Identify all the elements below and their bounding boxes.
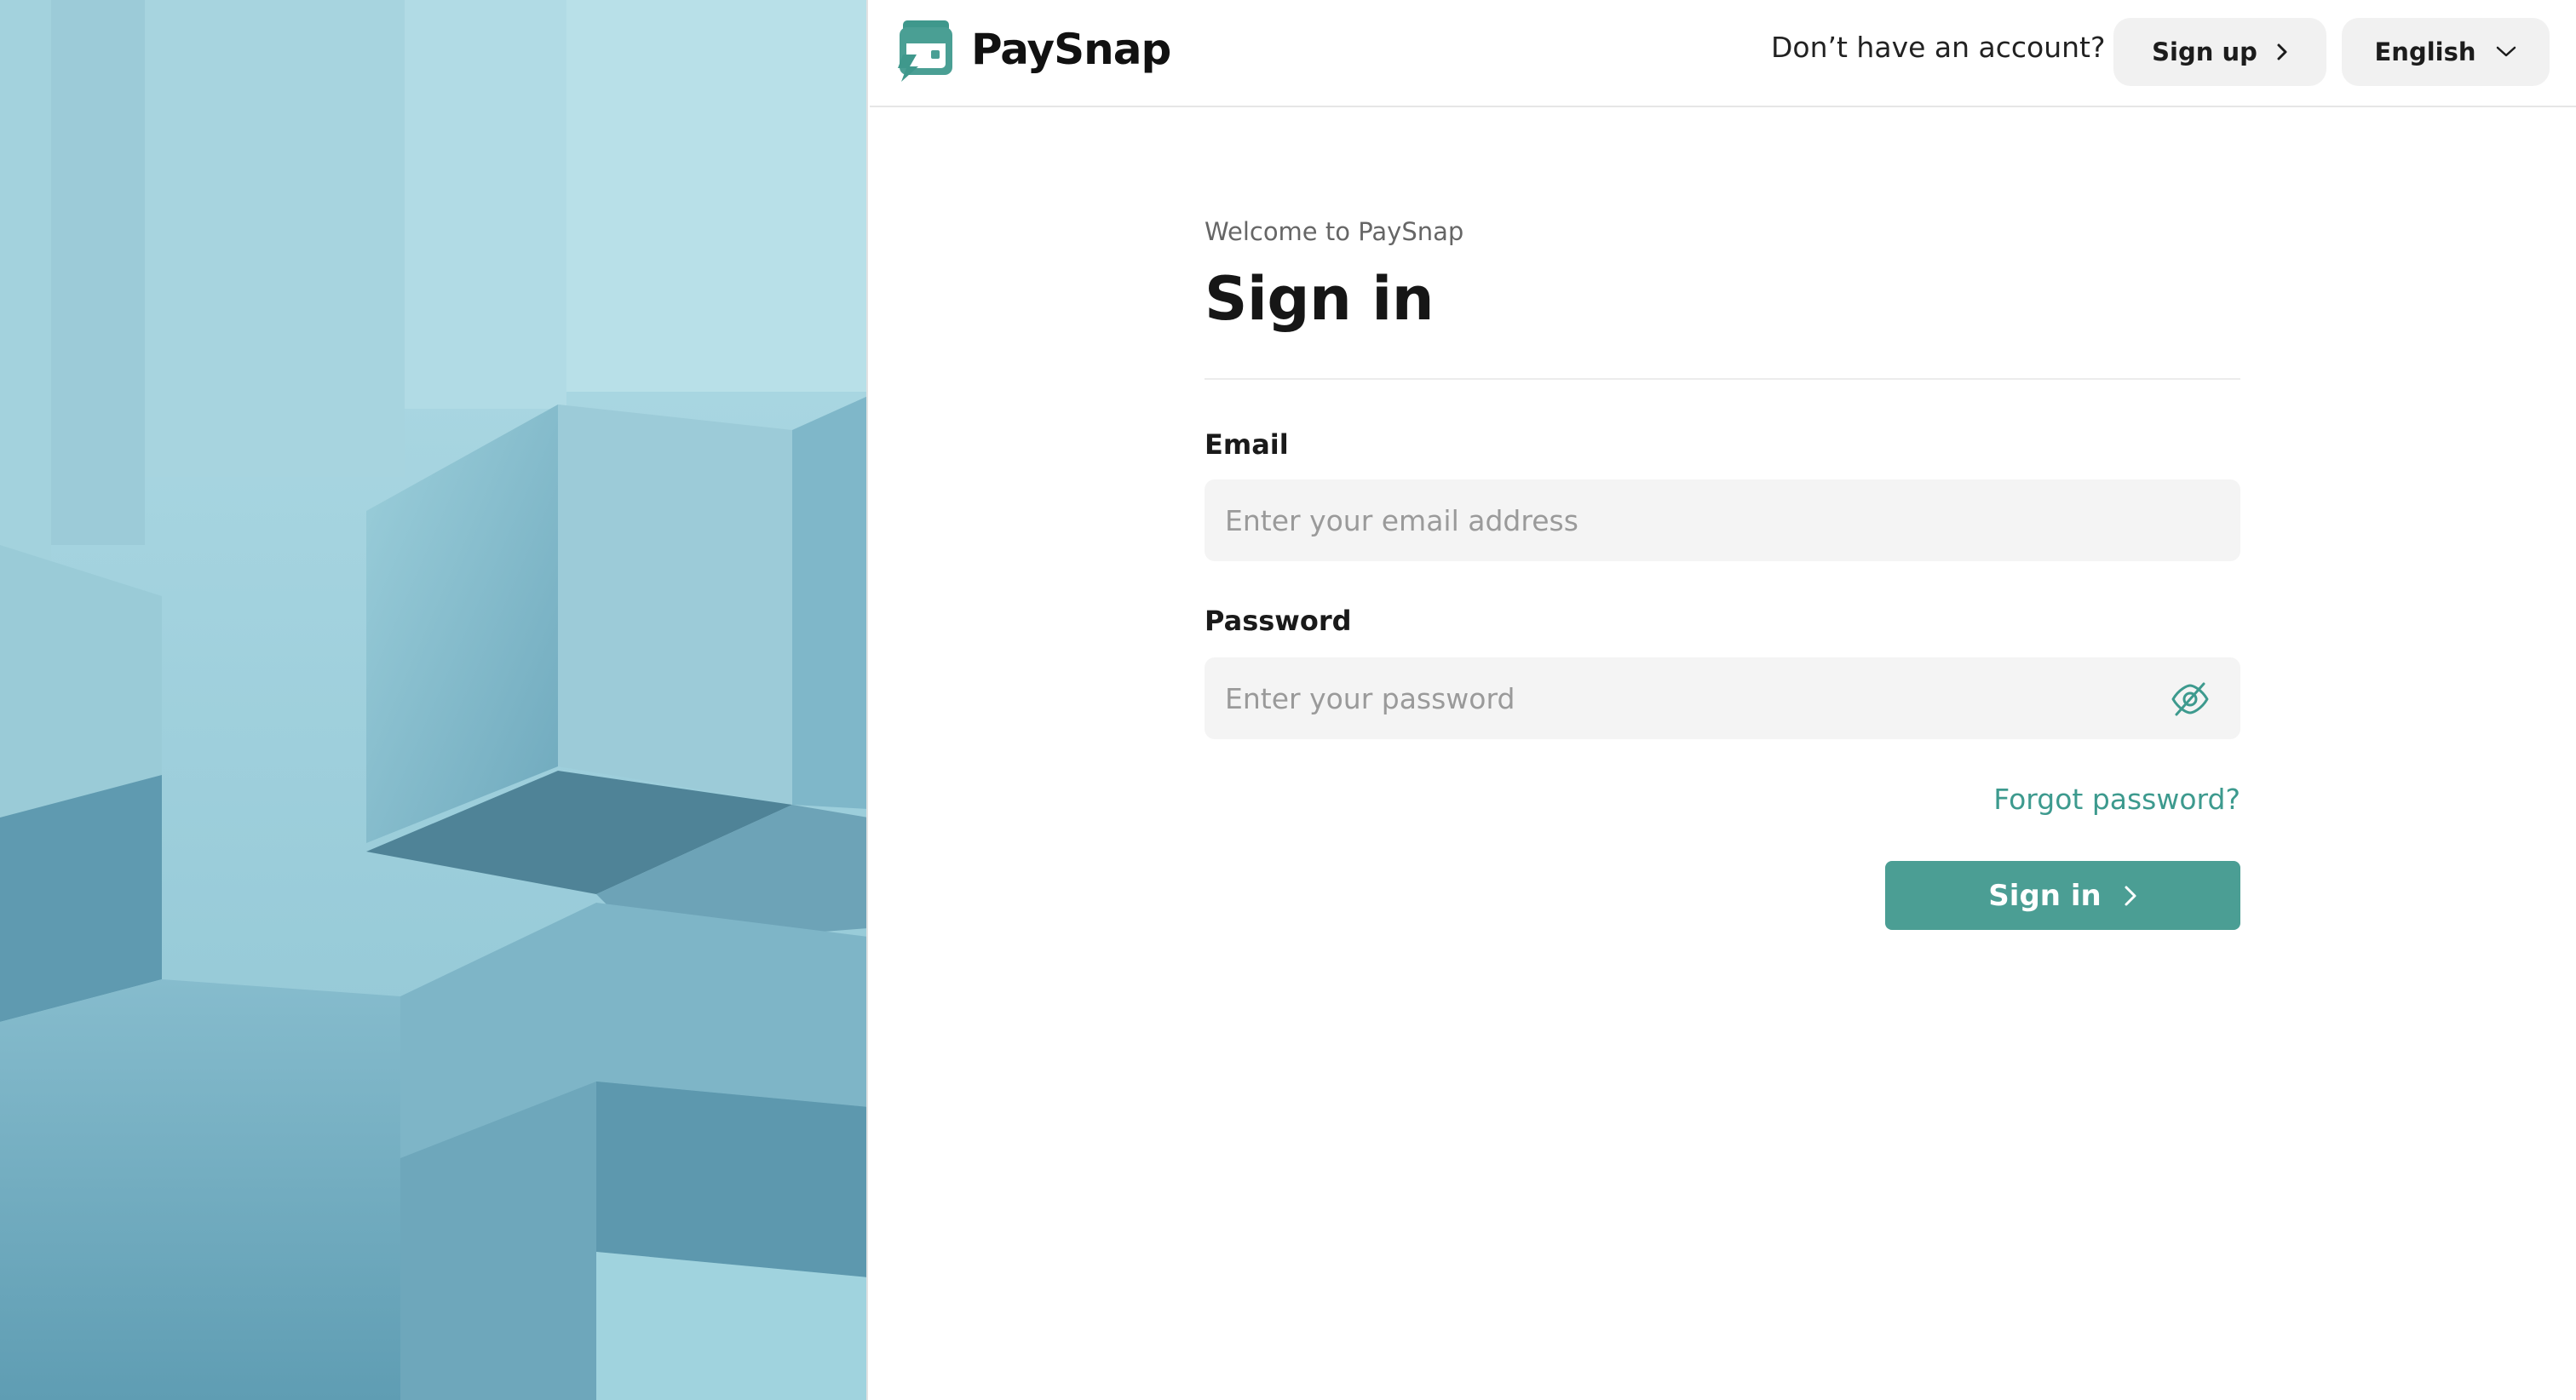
chevron-right-icon <box>2124 885 2137 907</box>
brand-logo[interactable]: PaySnap <box>894 17 1171 82</box>
email-label: Email <box>1205 428 1289 461</box>
forgot-password-link[interactable]: Forgot password? <box>1993 783 2240 816</box>
top-header: PaySnap Don’t have an account? Sign up E… <box>870 0 2576 107</box>
sign-up-label: Sign up <box>2152 37 2257 66</box>
sign-in-button[interactable]: Sign in <box>1885 861 2240 930</box>
welcome-text: Welcome to PaySnap <box>1205 217 1464 246</box>
password-label: Password <box>1205 605 1352 637</box>
brand-name: PaySnap <box>971 25 1171 74</box>
email-field[interactable] <box>1205 479 2240 561</box>
sign-up-button[interactable]: Sign up <box>2113 18 2326 86</box>
chevron-right-icon <box>2276 43 2288 61</box>
password-field[interactable] <box>1205 657 2240 739</box>
divider <box>1205 378 2240 380</box>
language-select[interactable]: English <box>2342 18 2550 86</box>
no-account-text: Don’t have an account? <box>1771 31 2106 64</box>
chevron-down-icon <box>2495 45 2517 59</box>
page-title: Sign in <box>1205 264 1435 334</box>
hero-illustration <box>0 0 868 1400</box>
sign-in-button-label: Sign in <box>1988 878 2102 913</box>
chat-bubble-lightning-icon <box>894 17 957 82</box>
eye-off-icon[interactable] <box>2169 679 2211 720</box>
abstract-blocks-illustration <box>0 0 866 1400</box>
language-label: English <box>2374 37 2476 66</box>
